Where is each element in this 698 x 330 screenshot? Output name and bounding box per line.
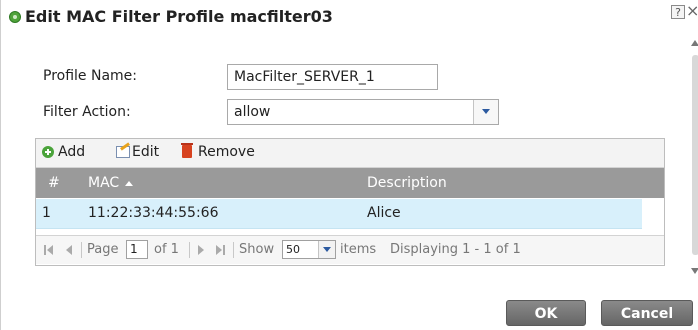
filter-action-label: Filter Action: (43, 104, 131, 120)
grid-toolbar: Add Edit Remove (36, 139, 664, 168)
last-page-icon[interactable] (216, 245, 226, 255)
ok-button[interactable]: OK (506, 300, 586, 326)
filter-action-value: allow (234, 104, 271, 120)
add-icon[interactable] (42, 146, 54, 158)
chevron-down-icon[interactable] (318, 241, 335, 258)
scroll-down-arrow-icon[interactable] (691, 268, 698, 274)
column-header-index[interactable]: # (48, 175, 60, 191)
pager-divider (81, 242, 82, 258)
page-label: Page (87, 242, 119, 257)
row-description: Alice (367, 205, 401, 221)
dialog-titlebar: Edit MAC Filter Profile macfilter03 ? × (1, 0, 698, 34)
profile-name-input[interactable]: MacFilter_SERVER_1 (227, 64, 438, 90)
displaying-status: Displaying 1 - 1 of 1 (390, 242, 521, 257)
pagination-bar: Page 1 of 1 Show 50 items Displaying 1 -… (36, 235, 664, 264)
page-count-label: of 1 (154, 242, 179, 257)
close-button[interactable]: × (686, 3, 698, 19)
dialog-title: Edit MAC Filter Profile macfilter03 (25, 7, 333, 26)
trash-icon[interactable] (181, 143, 193, 158)
column-header-description[interactable]: Description (367, 175, 447, 191)
first-page-icon[interactable] (44, 245, 54, 255)
table-header: # MAC Description (36, 168, 664, 198)
remove-button[interactable]: Remove (198, 144, 255, 160)
page-number-input[interactable]: 1 (126, 240, 148, 259)
cancel-button[interactable]: Cancel (601, 300, 693, 326)
column-header-mac-label: MAC (88, 175, 120, 191)
pager-divider (233, 242, 234, 258)
sort-ascending-icon (125, 180, 134, 186)
scrollbar-thumb[interactable] (692, 55, 698, 255)
profile-name-label: Profile Name: (43, 68, 138, 84)
items-label: items (340, 242, 377, 257)
scroll-up-arrow-icon[interactable] (691, 40, 698, 46)
edit-icon[interactable] (116, 146, 130, 158)
filter-action-select[interactable]: allow (227, 99, 499, 125)
next-page-icon[interactable] (198, 245, 204, 255)
add-button[interactable]: Add (58, 144, 85, 160)
help-button[interactable]: ? (671, 5, 685, 19)
chevron-down-icon[interactable] (473, 100, 498, 124)
mac-entries-grid: Add Edit Remove # MAC Description 1 11:2… (35, 138, 665, 266)
page-size-select[interactable]: 50 (282, 240, 336, 259)
pager-divider (189, 242, 190, 258)
show-label: Show (239, 242, 275, 257)
column-header-mac[interactable]: MAC (88, 175, 134, 191)
edit-button[interactable]: Edit (132, 144, 159, 160)
edit-mac-filter-dialog: Edit MAC Filter Profile macfilter03 ? × … (0, 0, 698, 330)
table-row[interactable]: 1 11:22:33:44:55:66 Alice (36, 199, 642, 229)
page-size-value: 50 (286, 243, 300, 256)
row-index: 1 (42, 205, 51, 221)
profile-icon (9, 11, 21, 23)
previous-page-icon[interactable] (66, 245, 72, 255)
row-mac: 11:22:33:44:55:66 (88, 205, 219, 221)
